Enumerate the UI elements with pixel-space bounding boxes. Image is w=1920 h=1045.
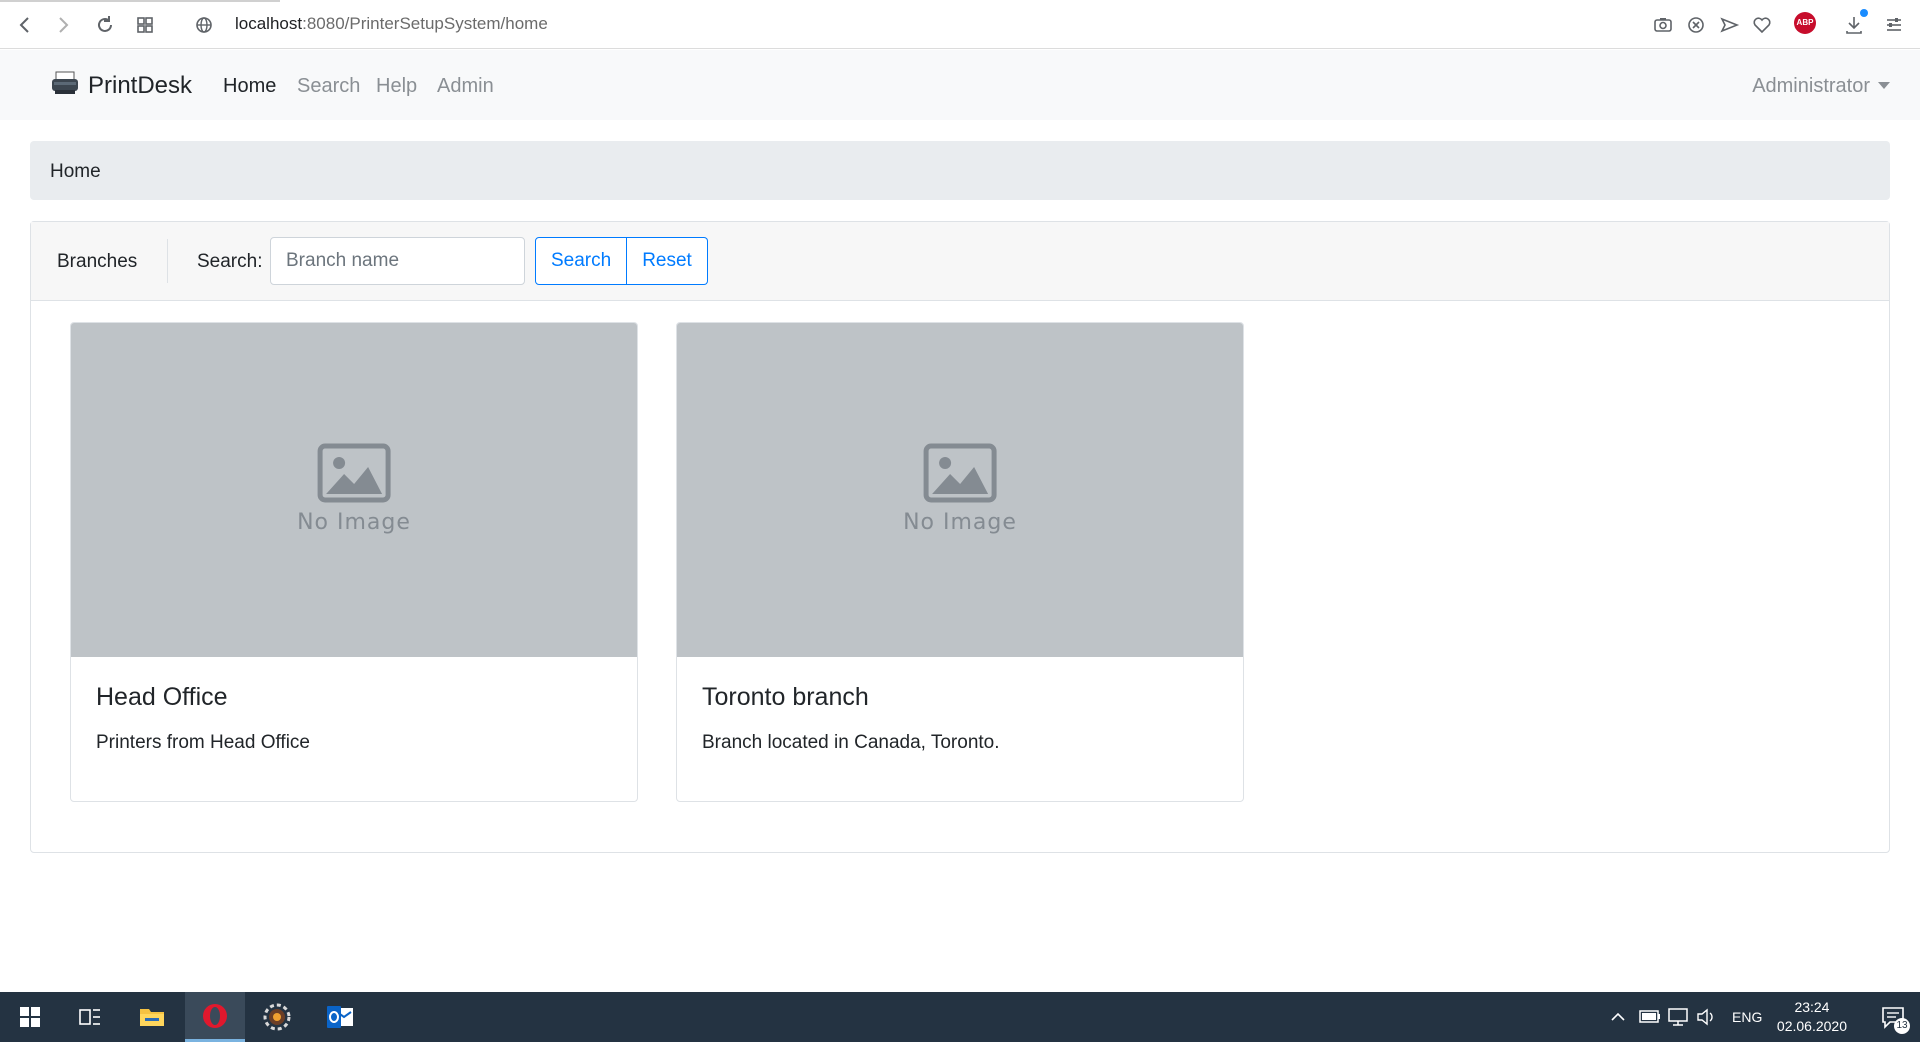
site-info-icon[interactable] xyxy=(191,12,217,38)
windows-start-icon[interactable] xyxy=(0,992,60,1042)
adblock-icon[interactable]: ABP xyxy=(1794,12,1816,34)
branch-title: Toronto branch xyxy=(702,683,869,711)
task-view-icon[interactable] xyxy=(60,992,120,1042)
nav-home[interactable]: Home xyxy=(223,75,276,98)
send-icon[interactable] xyxy=(1716,12,1742,38)
clock-date: 02.06.2020 xyxy=(1776,1018,1847,1034)
header-divider xyxy=(167,239,168,283)
nav-help[interactable]: Help xyxy=(376,75,417,98)
search-button-group: Search Reset xyxy=(535,237,708,285)
brand-link[interactable]: PrintDesk xyxy=(50,70,192,101)
branch-search-input[interactable] xyxy=(270,237,525,285)
notification-count-badge: 13 xyxy=(1894,1018,1910,1034)
system-clock[interactable]: 23:24 02.06.2020 xyxy=(1777,998,1847,1036)
navbar: PrintDesk Home Search Help Admin Adminis… xyxy=(0,50,1920,120)
no-image-text: No Image xyxy=(297,510,411,535)
branches-panel-header: Branches Search: Search Reset xyxy=(31,222,1889,301)
tabs-grid-icon[interactable] xyxy=(132,12,158,38)
reload-icon[interactable] xyxy=(92,12,118,38)
tray-show-hidden-icon[interactable] xyxy=(1608,992,1628,1042)
breadcrumb-current: Home xyxy=(50,161,101,182)
image-icon xyxy=(317,443,391,507)
app-gear-icon[interactable] xyxy=(247,992,307,1042)
no-image-text: No Image xyxy=(903,510,1017,535)
back-icon[interactable] xyxy=(12,12,38,38)
nav-search[interactable]: Search xyxy=(297,75,360,98)
volume-icon[interactable] xyxy=(1695,992,1719,1042)
branches-title: Branches xyxy=(57,251,138,272)
opera-browser-icon[interactable] xyxy=(185,992,245,1042)
address-bar[interactable]: localhost:8080/PrinterSetupSystem/home xyxy=(235,14,548,34)
branch-description: Branch located in Canada, Toronto. xyxy=(702,732,1000,753)
network-icon[interactable] xyxy=(1666,992,1690,1042)
url-path: :8080/PrinterSetupSystem/home xyxy=(302,14,548,33)
branch-image-placeholder: No Image xyxy=(71,323,637,657)
forward-icon[interactable] xyxy=(50,12,76,38)
branch-description: Printers from Head Office xyxy=(96,732,311,753)
user-menu-dropdown[interactable]: Administrator xyxy=(1752,75,1890,98)
clock-time: 23:24 xyxy=(1794,999,1830,1015)
nav-admin[interactable]: Admin xyxy=(437,75,494,98)
user-menu-label: Administrator xyxy=(1752,75,1870,97)
no-image-placeholder: No Image xyxy=(297,443,411,535)
branches-panel: Branches Search: Search Reset No Image xyxy=(30,221,1890,853)
branch-card[interactable]: No Image Head Office Printers from Head … xyxy=(70,322,638,802)
chevron-down-icon xyxy=(1878,82,1890,89)
search-button[interactable]: Search xyxy=(535,237,628,285)
search-label: Search: xyxy=(197,251,263,272)
battery-icon[interactable] xyxy=(1638,992,1662,1042)
url-host: localhost xyxy=(235,14,303,33)
file-explorer-icon[interactable] xyxy=(122,992,182,1042)
tracker-block-icon[interactable] xyxy=(1683,12,1709,38)
language-indicator[interactable]: ENG xyxy=(1732,992,1762,1042)
windows-taskbar: ENG 23:24 02.06.2020 13 xyxy=(0,992,1920,1042)
branch-card[interactable]: No Image Toronto branch Branch located i… xyxy=(676,322,1244,802)
branch-title: Head Office xyxy=(96,683,228,711)
no-image-placeholder: No Image xyxy=(903,443,1017,535)
heart-icon[interactable] xyxy=(1749,12,1775,38)
camera-icon[interactable] xyxy=(1650,12,1676,38)
reset-button[interactable]: Reset xyxy=(627,237,708,285)
printer-icon xyxy=(50,70,80,101)
page-load-indicator xyxy=(0,0,280,2)
brand-name: PrintDesk xyxy=(88,71,193,99)
breadcrumb: Home xyxy=(30,141,1890,200)
outlook-icon[interactable] xyxy=(310,992,370,1042)
branch-image-placeholder: No Image xyxy=(677,323,1243,657)
download-indicator-dot xyxy=(1860,9,1868,17)
image-icon xyxy=(923,443,997,507)
browser-toolbar: localhost:8080/PrinterSetupSystem/home A… xyxy=(0,0,1920,49)
settings-sliders-icon[interactable] xyxy=(1881,12,1907,38)
